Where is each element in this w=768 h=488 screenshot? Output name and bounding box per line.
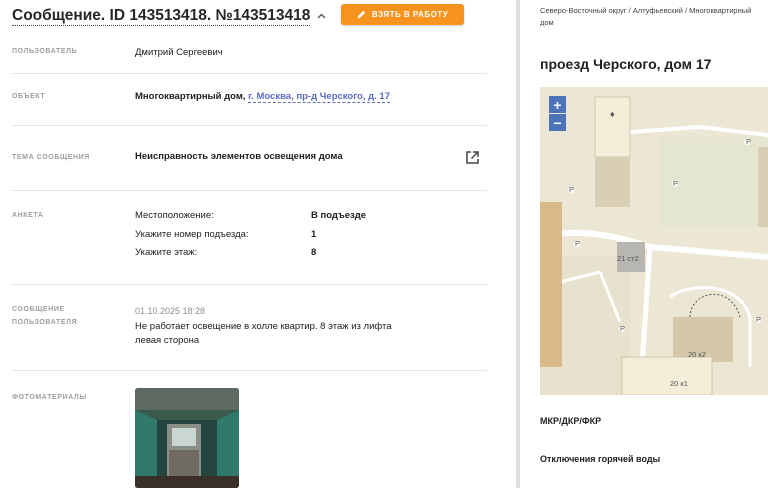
parking-label: P: [756, 315, 762, 324]
parking-label: P: [569, 185, 575, 194]
info-item[interactable]: Отключения горячей воды: [540, 454, 660, 464]
divider: [12, 370, 487, 371]
subject-value: Неисправность элементов освещения дома: [135, 151, 343, 162]
message-text: Не работает освещение в холле квартир. 8…: [135, 321, 392, 346]
parking-label: P: [673, 179, 679, 188]
survey-answer: В подъезде: [311, 210, 367, 221]
survey-answer: 1: [311, 229, 317, 240]
message-title[interactable]: Сообщение. ID 143513418. №143513418: [12, 7, 311, 26]
survey-answer: 8: [311, 247, 317, 258]
zoom-in-button[interactable]: +: [549, 96, 566, 113]
object-value: Многоквартирный дом, г. Москва, пр-д Чер…: [135, 90, 391, 103]
header: Сообщение. ID 143513418. №143513418: [12, 4, 326, 28]
map-pin-icon: ♦: [610, 109, 615, 119]
info-item[interactable]: МКР/ДКР/ФКР: [540, 416, 601, 426]
photos-label: ФОТОМАТЕРИАЛЫ: [12, 394, 87, 401]
take-to-work-button[interactable]: ВЗЯТЬ В РАБОТУ: [341, 4, 464, 25]
building-label: 20 к2: [688, 350, 706, 359]
divider: [12, 73, 487, 74]
survey-question: Местоположение:: [135, 210, 214, 221]
survey-label: АНКЕТА: [12, 212, 44, 219]
zoom-out-button[interactable]: −: [549, 114, 566, 131]
survey-question: Укажите номер подъезда:: [135, 229, 249, 240]
message-date: 01.10.2025 18:28: [135, 306, 206, 316]
take-to-work-label: ВЗЯТЬ В РАБОТУ: [371, 10, 449, 19]
pencil-icon: [357, 10, 365, 19]
photo-thumbnail[interactable]: [135, 388, 239, 488]
subject-label: ТЕМА СООБЩЕНИЯ: [12, 154, 90, 161]
breadcrumb: Северо-Восточный округ / Алтуфьевский / …: [540, 6, 752, 27]
user-label: ПОЛЬЗОВАТЕЛЬ: [12, 48, 78, 55]
parking-label: P: [575, 239, 581, 248]
message-label-line1: СООБЩЕНИЕ: [12, 306, 65, 313]
parking-label: P: [620, 324, 626, 333]
address-heading: проезд Черского, дом 17: [540, 56, 712, 72]
zoom-controls: + −: [549, 96, 566, 131]
object-address-link[interactable]: г. Москва, пр-д Черского, д. 17: [248, 91, 391, 103]
open-external-icon[interactable]: [465, 150, 480, 165]
parking-label: P: [746, 137, 752, 146]
message-detail-panel: Сообщение. ID 143513418. №143513418 ВЗЯТ…: [0, 0, 500, 488]
building-label: 20 к1: [670, 379, 688, 388]
map[interactable]: + − P P P P P P 21 ст2 20 к2 20 к1 ♦: [540, 87, 768, 395]
object-info-panel: Северо-Восточный округ / Алтуфьевский / …: [520, 0, 768, 488]
survey-question: Укажите этаж:: [135, 247, 198, 258]
user-value: Дмитрий Сергеевич: [135, 47, 223, 58]
divider: [12, 125, 487, 126]
object-label: ОБЪЕКТ: [12, 93, 46, 100]
divider: [12, 284, 487, 285]
divider: [12, 190, 487, 191]
object-type: Многоквартирный дом,: [135, 91, 249, 102]
message-label-line2: ПОЛЬЗОВАТЕЛЯ: [12, 319, 78, 326]
building-label: 21 ст2: [617, 254, 639, 263]
chevron-up-icon[interactable]: [316, 11, 326, 21]
